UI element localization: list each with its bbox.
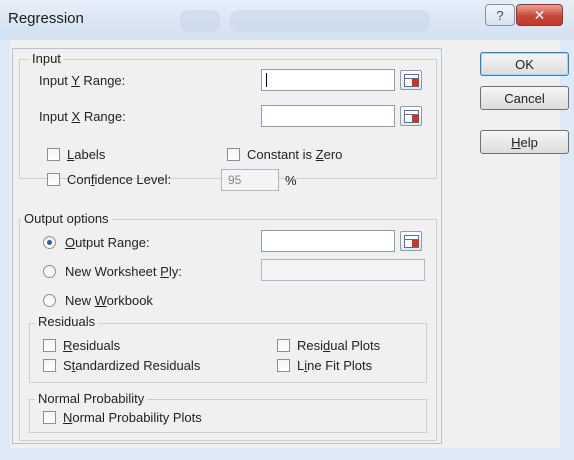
normal-probability-plots-label: Normal Probability Plots: [63, 410, 202, 425]
ok-button[interactable]: OK: [480, 52, 569, 76]
labels-checkbox[interactable]: [47, 148, 60, 161]
new-workbook-radio[interactable]: [43, 294, 56, 307]
residual-plots-checkbox[interactable]: [277, 339, 290, 352]
input-x-range-field[interactable]: [261, 105, 395, 127]
confidence-level-field[interactable]: 95: [221, 169, 279, 191]
input-y-range-field[interactable]: [261, 69, 395, 91]
new-workbook-label: New Workbook: [65, 293, 153, 308]
collapse-dialog-output-icon[interactable]: [400, 231, 422, 251]
residuals-label: Residuals: [63, 338, 121, 353]
output-options-label: Output options: [21, 211, 112, 226]
close-icon[interactable]: ✕: [516, 4, 563, 26]
cancel-button[interactable]: Cancel: [480, 86, 569, 110]
standardized-residuals-label: Standardized Residuals: [63, 358, 201, 373]
collapse-dialog-y-icon[interactable]: [400, 70, 422, 90]
confidence-level-value: 95: [228, 173, 242, 187]
residual-plots-label: Residual Plots: [297, 338, 381, 353]
standardized-residuals-checkbox[interactable]: [43, 359, 56, 372]
residuals-checkbox[interactable]: [43, 339, 56, 352]
title-bar-decoration: [180, 10, 220, 32]
collapse-dialog-x-icon[interactable]: [400, 106, 422, 126]
new-worksheet-radio[interactable]: [43, 265, 56, 278]
residuals-group-label: Residuals: [35, 314, 99, 329]
output-range-label: Output Range:: [65, 235, 150, 250]
normal-probability-plots-checkbox[interactable]: [43, 411, 56, 424]
confidence-level-label: Confidence Level:: [67, 172, 172, 187]
output-range-field[interactable]: [261, 230, 395, 252]
dialog-title: Regression: [8, 10, 84, 27]
text-caret: [266, 73, 267, 87]
line-fit-plots-checkbox[interactable]: [277, 359, 290, 372]
labels-label: Labels: [67, 147, 106, 162]
new-worksheet-field[interactable]: [261, 259, 425, 281]
output-range-radio[interactable]: [43, 236, 56, 249]
input-x-range-label: Input X Range:: [39, 109, 126, 124]
regression-dialog: Regression ? ✕ Input Input Y Range: Inpu…: [0, 0, 574, 460]
title-bar-decoration: [230, 10, 430, 32]
input-group-label: Input: [29, 51, 64, 66]
confidence-level-checkbox[interactable]: [47, 173, 60, 186]
percent-unit: %: [285, 173, 297, 188]
residuals-group: [29, 323, 427, 383]
help-icon[interactable]: ?: [485, 4, 515, 26]
normal-probability-label: Normal Probability: [35, 391, 148, 406]
constant-is-zero-label: Constant is Zero: [247, 147, 343, 162]
input-y-range-label: Input Y Range:: [39, 73, 126, 88]
line-fit-plots-label: Line Fit Plots: [297, 358, 373, 373]
new-worksheet-label: New Worksheet Ply:: [65, 264, 182, 279]
help-button[interactable]: Help: [480, 130, 569, 154]
options-panel: Input Input Y Range: Input X Range: Labe…: [12, 48, 442, 444]
title-bar[interactable]: Regression ? ✕: [0, 0, 574, 40]
constant-is-zero-checkbox[interactable]: [227, 148, 240, 161]
